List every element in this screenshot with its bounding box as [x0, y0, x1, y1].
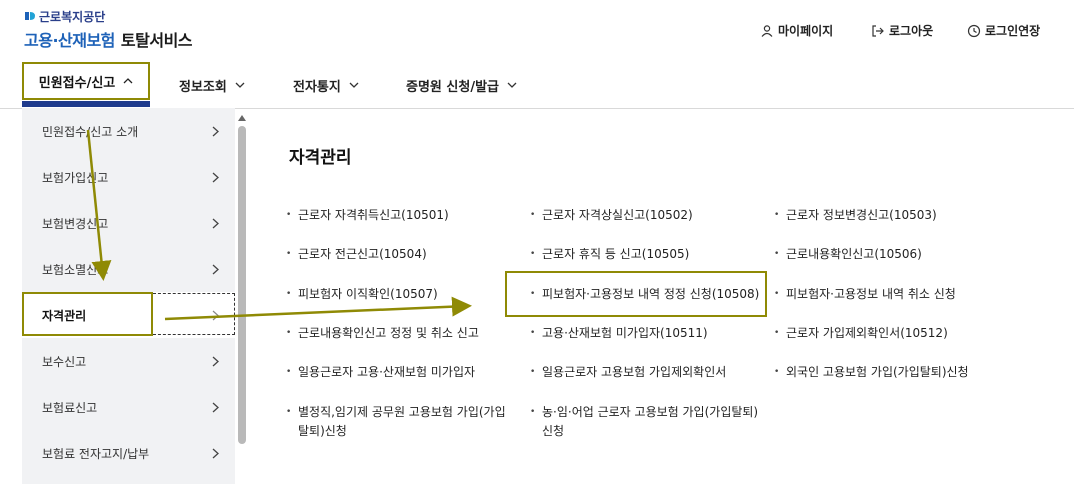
chevron-right-icon [212, 172, 219, 182]
nav-civil-complaint[interactable]: 민원접수/신고 [22, 62, 150, 100]
section-title: 자격관리 [289, 148, 352, 168]
chevron-right-icon [212, 402, 219, 412]
nav-e-notice[interactable]: 전자통지 [293, 62, 359, 108]
link-separation-confirm[interactable]: 피보험자 이직확인(10507) [286, 285, 438, 304]
link-acquisition-report[interactable]: 근로자 자격취득신고(10501) [286, 206, 449, 225]
link-farm-worker-join[interactable]: 농·임·어업 근로자 고용보험 가입(가입탈퇴)신청 [530, 403, 762, 441]
service-name: 고용·산재보험 [24, 31, 115, 50]
dashed-hover-outline [153, 293, 235, 335]
sidebar-item-insurance-join[interactable]: 보험가입신고 [22, 154, 235, 200]
link-foreigner-join[interactable]: 외국인 고용보험 가입(가입탈퇴)신청 [774, 363, 969, 382]
link-non-member[interactable]: 고용·산재보험 미가입자(10511) [530, 324, 708, 343]
logo[interactable]: 근로복지공단 고용·산재보험 토탈서비스 [24, 8, 193, 51]
logout-link[interactable]: 로그아웃 [871, 22, 933, 39]
scroll-up-arrow-icon[interactable] [238, 115, 246, 121]
link-transfer-report[interactable]: 근로자 전근신고(10504) [286, 245, 427, 264]
chevron-right-icon [212, 126, 219, 136]
user-icon [761, 24, 773, 37]
chevron-down-icon [349, 82, 359, 88]
header: 근로복지공단 고용·산재보험 토탈서비스 마이페이지 로그아웃 로그인연장 [0, 0, 1074, 62]
login-extend-link[interactable]: 로그인연장 [967, 22, 1040, 39]
mypage-link[interactable]: 마이페이지 [760, 22, 833, 39]
logout-icon [872, 24, 884, 37]
chevron-up-icon [123, 78, 133, 84]
sidebar-item-insurance-end[interactable]: 보험소멸신고 [22, 246, 235, 292]
nav-certificate[interactable]: 증명원 신청/발급 [406, 62, 517, 108]
chevron-right-icon [212, 356, 219, 366]
service-name-suffix: 토탈서비스 [120, 31, 193, 50]
sidebar-item-wage-report[interactable]: 보수신고 [22, 338, 235, 384]
link-exclusion-confirm[interactable]: 근로자 가입제외확인서(10512) [774, 324, 948, 343]
scrollbar-thumb[interactable] [238, 126, 246, 444]
chevron-right-icon [212, 218, 219, 228]
logo-mark-icon [25, 12, 35, 20]
main-nav: 정보조회 전자통지 증명원 신청/발급 [0, 62, 1074, 109]
chevron-down-icon [235, 82, 245, 88]
highlight-box-qualification [22, 292, 153, 336]
highlight-box-correction-request [505, 271, 767, 317]
link-cancel-request[interactable]: 피보험자·고용정보 내역 취소 신청 [774, 285, 956, 304]
clock-icon [967, 24, 981, 37]
sidebar-item-insurance-change[interactable]: 보험변경신고 [22, 200, 235, 246]
link-daily-exclusion[interactable]: 일용근로자 고용보험 가입제외확인서 [530, 363, 726, 382]
nav-active-underline [22, 101, 150, 107]
sidebar-item-intro[interactable]: 민원접수/신고 소개 [22, 108, 235, 154]
link-civil-servant-join[interactable]: 별정직,임기제 공무원 고용보험 가입(가입탈퇴)신청 [286, 403, 513, 441]
sidebar-item-premium-e-notice[interactable]: 보험료 전자고지/납부 [22, 430, 235, 476]
chevron-down-icon [507, 82, 517, 88]
sidebar-item-premium-report[interactable]: 보험료신고 [22, 384, 235, 430]
link-info-change-report[interactable]: 근로자 정보변경신고(10503) [774, 206, 937, 225]
link-work-content-report[interactable]: 근로내용확인신고(10506) [774, 245, 922, 264]
link-loss-report[interactable]: 근로자 자격상실신고(10502) [530, 206, 693, 225]
chevron-right-icon [212, 448, 219, 458]
org-name: 근로복지공단 [39, 9, 106, 24]
nav-info-lookup[interactable]: 정보조회 [179, 62, 245, 108]
link-daily-non-member[interactable]: 일용근로자 고용·산재보험 미가입자 [286, 363, 475, 382]
link-leave-report[interactable]: 근로자 휴직 등 신고(10505) [530, 245, 689, 264]
link-work-content-correction[interactable]: 근로내용확인신고 정정 및 취소 신고 [286, 324, 479, 343]
chevron-right-icon [212, 264, 219, 274]
